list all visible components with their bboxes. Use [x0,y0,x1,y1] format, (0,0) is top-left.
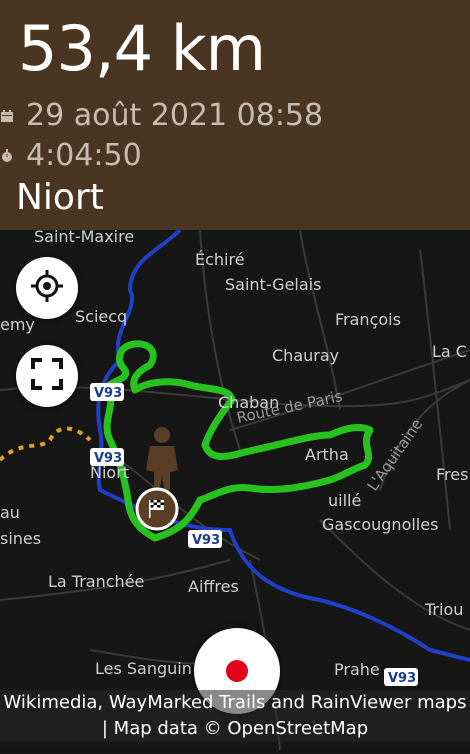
activity-city: Niort [16,177,104,218]
map-label: François [335,310,401,329]
distance-value: 53,4 km [18,12,266,85]
map-label: Prahe [334,660,380,679]
map-label: uillé [328,491,361,510]
map-label: Fres [436,465,468,484]
attribution-line: Wikimedia, WayMarked Trails and RainView… [3,692,467,713]
map-label: emy [0,315,35,334]
locate-button[interactable] [16,257,78,319]
route-shield: V93 [188,530,222,548]
fullscreen-icon [30,357,64,395]
date-row: 29 août 2021 08:58 [0,98,323,133]
duration-row: 4:04:50 [0,138,142,173]
svg-text:V93: V93 [192,533,220,548]
route-shield: V93 [90,383,124,401]
crosshair-icon [30,269,64,307]
svg-text:V93: V93 [388,671,416,686]
map-label: Triou [424,600,463,619]
record-icon [226,660,248,682]
map-label: Échiré [195,250,245,269]
map-label: Saint-Maxire [34,230,134,246]
map-label: La C [432,342,467,361]
map-label: La Tranchée [48,572,144,591]
map-label: Saint-Gelais [225,275,321,294]
map-label: Gascougnolles [322,515,438,534]
finish-flag-icon[interactable] [135,487,179,531]
activity-date: 29 août 2021 08:58 [26,98,324,133]
map-label: sines [0,529,41,548]
activity-stats-panel: 53,4 km 29 août 2021 08:58 4:04:50 Niort [0,0,470,230]
map-label: Les Sanguin [95,659,192,678]
calendar-icon [0,109,14,123]
activity-duration: 4:04:50 [26,138,142,173]
map-label: Sciecq [75,307,127,326]
map-attribution: Wikimedia, WayMarked Trails and RainView… [0,690,470,742]
map-label: Artha [305,445,349,464]
svg-text:V93: V93 [94,386,122,401]
svg-text:V93: V93 [94,451,122,466]
stopwatch-icon [0,148,14,163]
map-label: Aiffres [188,577,239,596]
route-shield: V93 [90,448,124,466]
map-label: Chauray [272,346,339,365]
map-label: au [0,503,20,522]
route-shield: V93 [384,668,418,686]
fullscreen-button[interactable] [16,345,78,407]
attribution-line[interactable]: | Map data © OpenStreetMap [0,716,470,742]
